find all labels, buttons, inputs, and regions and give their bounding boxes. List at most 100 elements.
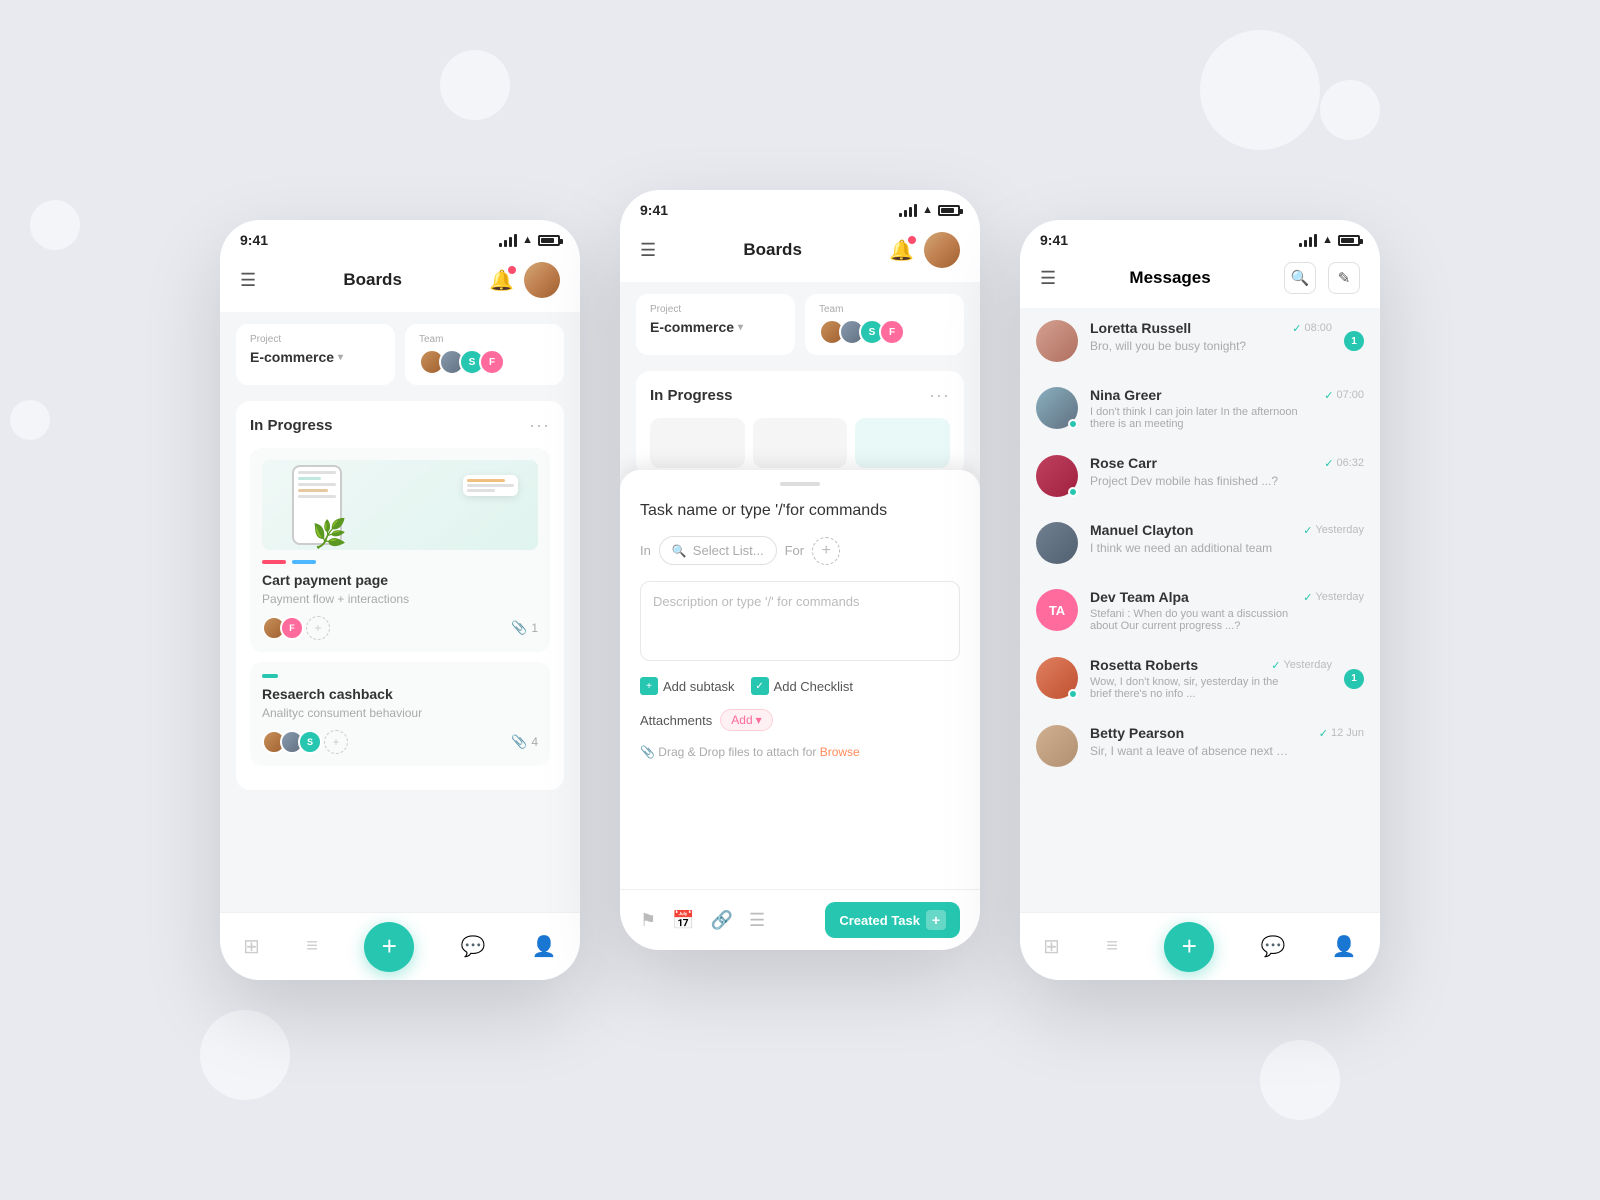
fab-button-1[interactable]: + <box>364 922 414 972</box>
message-item-2[interactable]: Rose Carr ✓ 06:32 Project Dev mobile has… <box>1020 443 1380 510</box>
phone-content-1: Project E-commerce ▾ Team S F In Progres… <box>220 312 580 952</box>
description-box[interactable]: Description or type '/' for commands <box>640 581 960 661</box>
partial-cards <box>650 418 950 468</box>
task-card-1[interactable]: 🌿 Cart payment page Payment flow + inter… <box>250 448 550 652</box>
section-title-1: In Progress <box>250 417 333 434</box>
app-header-2: ☰ Boards 🔔 <box>620 224 980 282</box>
hamburger-icon[interactable]: ☰ <box>240 270 256 291</box>
nav-chat[interactable]: 💬 <box>461 934 486 959</box>
bell-icon[interactable]: 🔔 <box>489 268 514 293</box>
card-avatar-add[interactable]: + <box>306 616 330 640</box>
compose-icon-btn[interactable]: ✎ <box>1328 262 1360 294</box>
message-item-4[interactable]: TA Dev Team Alpa ✓ Yesterday Stefani : W… <box>1020 577 1380 645</box>
partial-card-3 <box>855 418 950 468</box>
card-image-1: 🌿 <box>262 460 538 550</box>
messages-header: ☰ Messages 🔍 ✎ <box>1020 254 1380 308</box>
team-avatar-4: F <box>479 349 505 375</box>
messages-title: Messages <box>1129 268 1210 288</box>
project-box[interactable]: Project E-commerce ▾ <box>236 324 395 385</box>
project-label-2: Project <box>650 304 781 315</box>
status-icons-3: ▲ <box>1299 234 1360 247</box>
msg-body-4: Dev Team Alpa ✓ Yesterday Stefani : When… <box>1090 589 1364 632</box>
avatar-2[interactable] <box>924 232 960 268</box>
msg-check-3: ✓ <box>1303 524 1312 537</box>
checklist-icon: ✓ <box>751 677 769 695</box>
section-menu-1[interactable]: ··· <box>529 415 550 436</box>
avatar-1[interactable] <box>524 262 560 298</box>
message-item-6[interactable]: Betty Pearson ✓ 12 Jun Sir, I want a lea… <box>1020 713 1380 780</box>
card-avatar-add-2[interactable]: + <box>324 730 348 754</box>
attach-icon-2: 📎 <box>511 734 527 750</box>
nav-grid[interactable]: ⊞ <box>243 934 260 959</box>
add-attachment-btn[interactable]: Add ▾ <box>720 709 772 731</box>
project-box-2[interactable]: Project E-commerce ▾ <box>636 294 795 355</box>
team-avatar-2-4: F <box>879 319 905 345</box>
browse-link[interactable]: Browse <box>820 745 860 759</box>
hamburger-icon-3[interactable]: ☰ <box>1040 268 1056 289</box>
msg-preview-2: Project Dev mobile has finished ...? <box>1090 474 1290 488</box>
select-list[interactable]: 🔍 Select List... <box>659 536 777 565</box>
msg-nav-list[interactable]: ≡ <box>1106 935 1118 958</box>
message-item-1[interactable]: Nina Greer ✓ 07:00 I don't think I can j… <box>1020 375 1380 443</box>
msg-name-4: Dev Team Alpa <box>1090 589 1189 605</box>
msg-nav-grid[interactable]: ⊞ <box>1043 934 1060 959</box>
calendar-icon[interactable]: 📅 <box>672 910 694 931</box>
msg-time-3: Yesterday <box>1315 524 1364 536</box>
project-team-row-2: Project E-commerce ▾ Team S F <box>636 294 964 355</box>
list-icon[interactable]: ☰ <box>749 910 765 931</box>
add-checklist-btn[interactable]: ✓ Add Checklist <box>751 677 853 695</box>
card-tags-2 <box>262 674 538 678</box>
board-bg: Project E-commerce ▾ Team S F In Progres… <box>620 282 980 476</box>
msg-avatar-1 <box>1036 387 1078 429</box>
link-icon[interactable]: 🔗 <box>711 910 733 931</box>
add-subtask-btn[interactable]: + Add subtask <box>640 677 735 695</box>
msg-time-5: Yesterday <box>1283 659 1332 671</box>
signal-icon-3 <box>1299 234 1317 247</box>
bell-icon-2[interactable]: 🔔 <box>889 238 914 263</box>
modal-handle[interactable] <box>780 482 820 486</box>
message-item-0[interactable]: Loretta Russell ✓ 08:00 Bro, will you be… <box>1020 308 1380 375</box>
battery-icon-3 <box>1338 235 1360 246</box>
task-name-input[interactable]: Task name or type '/'for commands <box>640 502 960 520</box>
task-card-2[interactable]: Resaerch cashback Analityc consument beh… <box>250 662 550 766</box>
for-add-circle[interactable]: + <box>812 537 840 565</box>
hamburger-icon-2[interactable]: ☰ <box>640 240 656 261</box>
plant-figure: 🌿 <box>312 517 347 550</box>
status-bar-1: 9:41 ▲ <box>220 220 580 254</box>
msg-name-row-6: Betty Pearson ✓ 12 Jun <box>1090 725 1364 741</box>
online-dot-2 <box>1068 487 1078 497</box>
msg-nav-chat[interactable]: 💬 <box>1261 934 1286 959</box>
team-box[interactable]: Team S F <box>405 324 564 385</box>
in-label: In <box>640 543 651 558</box>
card-tags-1 <box>262 560 538 564</box>
section-header-1: In Progress ··· <box>250 415 550 436</box>
wifi-icon-3: ▲ <box>1322 234 1333 246</box>
paperclip-icon: 📎 <box>640 745 655 759</box>
task-in-for: In 🔍 Select List... For + <box>640 536 960 565</box>
status-icons-1: ▲ <box>499 234 560 247</box>
drag-drop-text: 📎 Drag & Drop files to attach for Browse <box>640 745 960 759</box>
attach-icon-1: 📎 <box>511 620 527 636</box>
msg-nav-profile[interactable]: 👤 <box>1332 934 1357 959</box>
nav-list[interactable]: ≡ <box>306 935 318 958</box>
status-bar-2: 9:41 ▲ <box>620 190 980 224</box>
msg-name-6: Betty Pearson <box>1090 725 1184 741</box>
msg-avatar-5 <box>1036 657 1078 699</box>
tag-blue <box>292 560 316 564</box>
online-dot-1 <box>1068 419 1078 429</box>
msg-check-2: ✓ <box>1324 457 1333 470</box>
card-title-1: Cart payment page <box>262 572 538 588</box>
message-item-3[interactable]: Manuel Clayton ✓ Yesterday I think we ne… <box>1020 510 1380 577</box>
message-item-5[interactable]: Rosetta Roberts ✓ Yesterday Wow, I don't… <box>1020 645 1380 713</box>
created-task-btn[interactable]: Created Task + <box>825 902 960 938</box>
notification-dot-2 <box>908 236 916 244</box>
search-icon-btn[interactable]: 🔍 <box>1284 262 1316 294</box>
partial-card-1 <box>650 418 745 468</box>
msg-name-2: Rose Carr <box>1090 455 1157 471</box>
modal-bottom-bar: ⚑ 📅 🔗 ☰ Created Task + <box>620 889 980 950</box>
flag-icon[interactable]: ⚑ <box>640 910 656 931</box>
nav-profile[interactable]: 👤 <box>532 934 557 959</box>
section-menu-2[interactable]: ··· <box>929 385 950 406</box>
fab-button-3[interactable]: + <box>1164 922 1214 972</box>
team-box-2[interactable]: Team S F <box>805 294 964 355</box>
